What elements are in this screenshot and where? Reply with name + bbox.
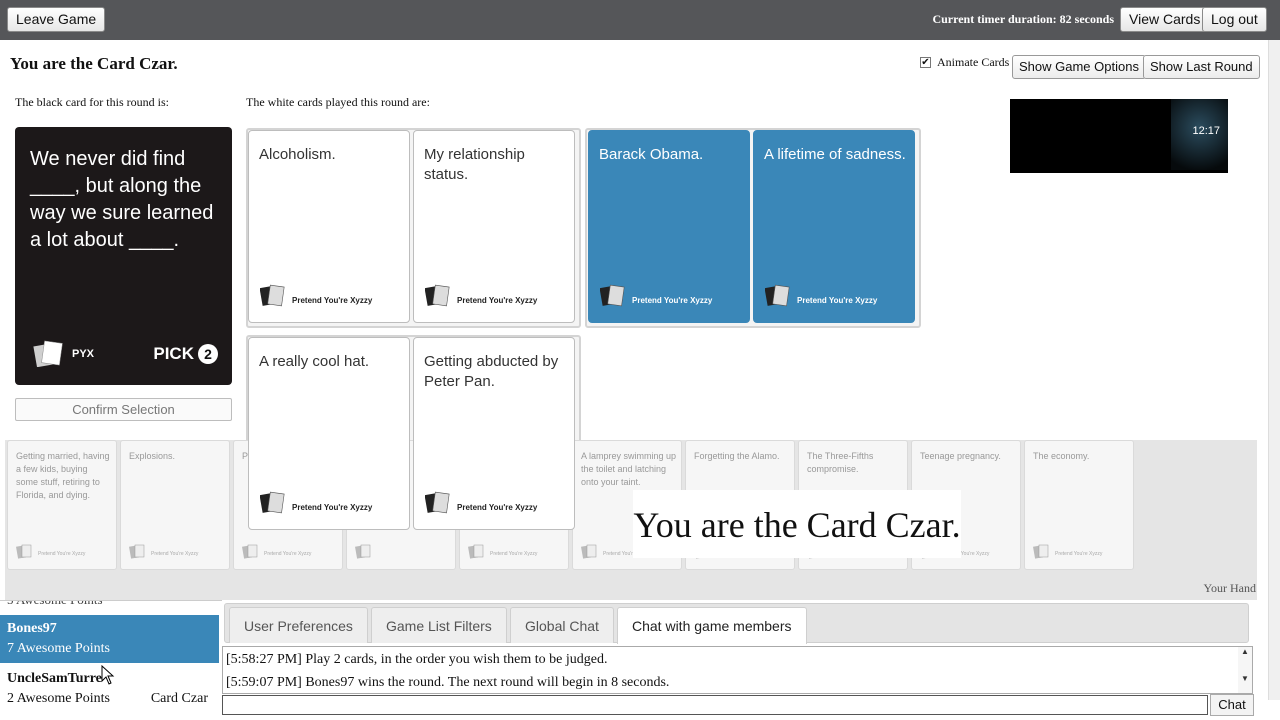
card-stack-icon bbox=[765, 284, 790, 307]
card-stack-icon bbox=[581, 544, 597, 559]
tab-game-list-filters[interactable]: Game List Filters bbox=[371, 607, 507, 643]
hand-card-brand: Pretend You're Xyzzy bbox=[38, 551, 86, 557]
pick-count: 2 bbox=[198, 344, 218, 364]
played-card-brand: Pretend You're Xyzzy bbox=[797, 296, 878, 305]
played-card-cool-hat[interactable]: A really cool hat. Pretend You're Xyzzy bbox=[248, 337, 410, 530]
hand-card-text: The Three-Fifths compromise. bbox=[807, 451, 874, 474]
chat-log: [5:58:27 PM] Play 2 cards, in the order … bbox=[222, 646, 1253, 694]
player-score: 7 Awesome Points bbox=[7, 641, 110, 656]
card-stack-icon bbox=[129, 544, 145, 559]
scroll-down-icon[interactable]: ▼ bbox=[1238, 674, 1252, 683]
card-stack-icon bbox=[468, 544, 484, 559]
player-status: Card Czar bbox=[150, 691, 208, 706]
chat-send-button[interactable]: Chat bbox=[1210, 694, 1254, 716]
hand-card-text: Forgetting the Alamo. bbox=[694, 451, 780, 461]
player-score: 2 Awesome Points bbox=[7, 691, 110, 706]
played-card-brand: Pretend You're Xyzzy bbox=[457, 503, 538, 512]
chat-message: [5:59:07 PM] Bones97 wins the round. The… bbox=[226, 675, 670, 690]
page-title: You are the Card Czar. bbox=[10, 54, 178, 73]
tab-chat-game-members[interactable]: Chat with game members bbox=[617, 607, 807, 644]
played-card-relationship-status[interactable]: My relationship status. Pretend You're X… bbox=[413, 130, 575, 323]
card-stack-icon bbox=[1033, 544, 1049, 559]
black-card-text: We never did find ____, but along the wa… bbox=[30, 148, 214, 251]
partial-score: 5 Awesome Points bbox=[7, 601, 103, 608]
card-czar-overlay: You are the Card Czar. bbox=[633, 490, 961, 558]
tab-user-preferences[interactable]: User Preferences bbox=[229, 607, 368, 643]
played-card-text: Barack Obama. bbox=[599, 146, 704, 163]
card-stack-icon bbox=[33, 340, 63, 367]
chat-scrollbar[interactable]: ▲ ▼ bbox=[1238, 647, 1252, 693]
hand-card-brand: Pretend You're Xyzzy bbox=[151, 551, 199, 557]
animate-cards-toggle[interactable]: ✔ Animate Cards bbox=[920, 55, 1009, 70]
checkmark-icon[interactable]: ✔ bbox=[920, 57, 931, 68]
hand-card-brand: Pretend You're Xyzzy bbox=[264, 551, 312, 557]
card-stack-icon bbox=[16, 544, 32, 559]
tab-global-chat[interactable]: Global Chat bbox=[510, 607, 614, 643]
leave-game-button[interactable]: Leave Game bbox=[7, 7, 106, 32]
hand-card-text: Teenage pregnancy. bbox=[920, 451, 1001, 461]
pick-indicator: PICK 2 bbox=[153, 344, 218, 364]
scroll-up-icon[interactable]: ▲ bbox=[1238, 647, 1252, 656]
scoreboard: 5 Awesome Points Bones97 7 Awesome Point… bbox=[0, 600, 222, 720]
player-name: UncleSamTurre bbox=[7, 671, 102, 686]
player-name: Bones97 bbox=[7, 621, 57, 636]
hand-card-brand: Pretend You're Xyzzy bbox=[490, 551, 538, 557]
hand-card-text: A lamprey swimming up the toilet and lat… bbox=[581, 451, 677, 487]
played-card-text: Alcoholism. bbox=[259, 146, 336, 163]
black-card-brand: PYX bbox=[72, 348, 95, 360]
chat-input[interactable] bbox=[222, 695, 1208, 715]
hand-card[interactable]: Explosions. Pretend You're Xyzzy bbox=[120, 440, 230, 570]
video-time: 12:17 bbox=[1192, 125, 1220, 137]
logout-button[interactable]: Log out bbox=[1202, 7, 1267, 32]
tab-bar: User Preferences Game List Filters Globa… bbox=[224, 603, 1249, 644]
card-stack-icon bbox=[600, 284, 625, 307]
pick-label: PICK bbox=[153, 344, 194, 363]
confirm-selection-button[interactable]: Confirm Selection bbox=[15, 398, 232, 421]
show-game-options-button[interactable]: Show Game Options bbox=[1012, 55, 1146, 79]
white-cards-label: The white cards played this round are: bbox=[246, 95, 430, 109]
view-cards-button[interactable]: View Cards bbox=[1120, 7, 1210, 32]
animate-cards-label: Animate Cards bbox=[937, 55, 1010, 69]
played-card-text: My relationship status. bbox=[424, 146, 525, 183]
hand-card-text: Getting married, having a few kids, buyi… bbox=[16, 451, 110, 500]
played-card-brand: Pretend You're Xyzzy bbox=[457, 296, 538, 305]
black-card: We never did find ____, but along the wa… bbox=[15, 127, 232, 385]
played-card-brand: Pretend You're Xyzzy bbox=[292, 503, 373, 512]
hand-card-text: The economy. bbox=[1033, 451, 1090, 461]
played-card-alcoholism[interactable]: Alcoholism. Pretend You're Xyzzy bbox=[248, 130, 410, 323]
played-card-text: A lifetime of sadness. bbox=[764, 146, 906, 163]
card-stack-icon bbox=[242, 544, 258, 559]
card-stack-icon bbox=[425, 491, 450, 514]
mouse-pointer-icon bbox=[101, 665, 115, 685]
page-scrollbar[interactable] bbox=[1268, 40, 1280, 700]
played-card-brand: Pretend You're Xyzzy bbox=[632, 296, 713, 305]
played-card-peter-pan[interactable]: Getting abducted by Peter Pan. Pretend Y… bbox=[413, 337, 575, 530]
hand-card[interactable]: Getting married, having a few kids, buyi… bbox=[7, 440, 117, 570]
played-card-barack-obama[interactable]: Barack Obama. Pretend You're Xyzzy bbox=[588, 130, 750, 323]
card-stack-icon bbox=[425, 284, 450, 307]
show-last-round-button[interactable]: Show Last Round bbox=[1143, 55, 1260, 79]
player-row: Bones97 7 Awesome Points bbox=[0, 615, 219, 663]
your-hand-label: Your Hand bbox=[1203, 581, 1256, 595]
played-card-brand: Pretend You're Xyzzy bbox=[292, 296, 373, 305]
video-thumbnail: 12:17 bbox=[1010, 99, 1228, 173]
card-stack-icon bbox=[355, 544, 371, 559]
card-stack-icon bbox=[260, 284, 285, 307]
hand-card[interactable]: The economy. Pretend You're Xyzzy bbox=[1024, 440, 1134, 570]
hand-card-brand: Pretend You're Xyzzy bbox=[1055, 551, 1103, 557]
played-card-text: Getting abducted by Peter Pan. bbox=[424, 353, 559, 390]
played-card-lifetime-of-sadness[interactable]: A lifetime of sadness. Pretend You're Xy… bbox=[753, 130, 915, 323]
black-card-label: The black card for this round is: bbox=[15, 95, 169, 109]
hand-card-text: Explosions. bbox=[129, 451, 176, 461]
card-stack-icon bbox=[260, 491, 285, 514]
played-card-text: A really cool hat. bbox=[259, 353, 370, 370]
top-bar: Leave Game Current timer duration: 82 se… bbox=[0, 0, 1280, 40]
timer-duration-text: Current timer duration: 82 seconds bbox=[932, 12, 1114, 26]
chat-message: [5:58:27 PM] Play 2 cards, in the order … bbox=[226, 652, 608, 667]
